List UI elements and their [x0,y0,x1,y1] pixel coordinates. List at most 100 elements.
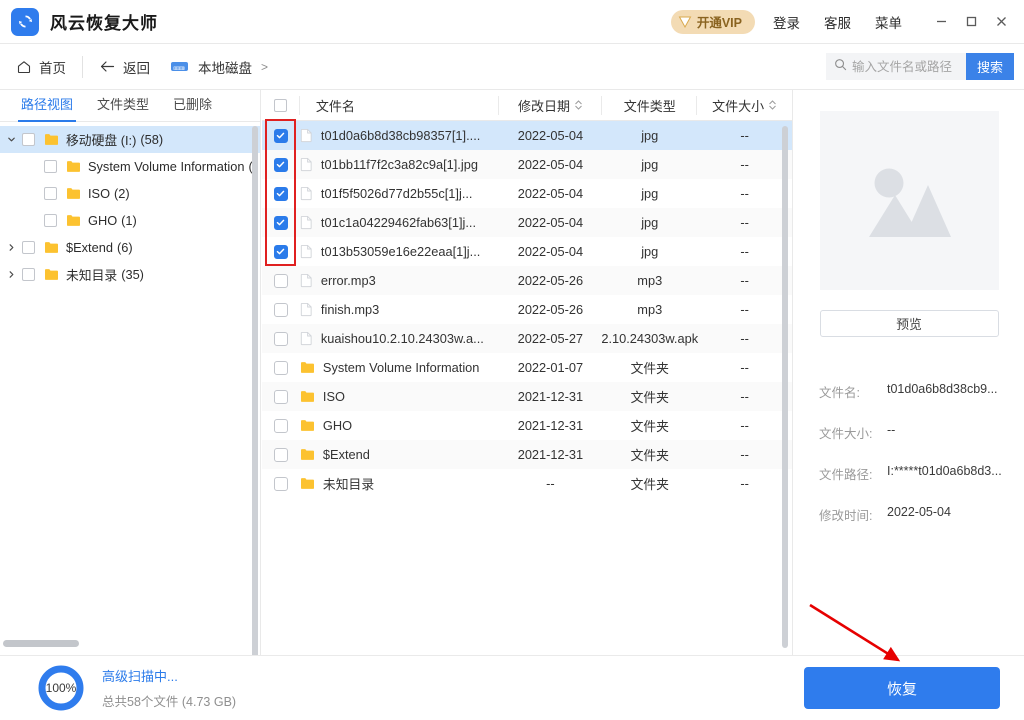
file-row-checkbox[interactable] [273,418,288,433]
file-row[interactable]: t01c1a04229462fab63[1]j... 2022-05-04 jpg -… [262,208,792,237]
maximize-icon[interactable] [956,0,986,44]
file-icon [300,128,313,143]
search-box[interactable] [825,53,966,80]
file-row-checkbox[interactable] [273,302,288,317]
file-row-checkbox[interactable] [273,128,288,143]
column-header-date[interactable]: 修改日期 [499,90,603,121]
home-button[interactable]: 首页 [16,54,66,80]
file-row-checkbox[interactable] [273,215,288,230]
tree-checkbox[interactable] [22,268,35,281]
menu-link[interactable]: 菜单 [875,12,902,32]
chevron-right-icon[interactable] [0,270,22,279]
minimize-icon[interactable] [926,0,956,44]
column-header-type[interactable]: 文件类型 [602,90,697,121]
chevron-down-icon[interactable] [0,135,22,144]
tree-checkbox[interactable] [22,133,35,146]
tree-item[interactable]: 未知目录 (35) [0,261,260,288]
sidebar-horizontal-scrollbar[interactable] [3,640,79,647]
file-row-checkbox-cell[interactable] [262,440,300,469]
file-row-size: -- [740,418,749,433]
metadata-key: 文件大小: [819,427,873,441]
file-row-checkbox-cell[interactable] [262,324,300,353]
recover-button[interactable]: 恢复 [804,667,1000,709]
file-row-date: 2022-05-04 [517,157,584,172]
select-all-header[interactable] [262,90,300,121]
breadcrumb-item-local-disk[interactable]: 本地磁盘 [198,57,252,77]
file-list-body: t01d0a6b8d38cb98357[1].... 2022-05-04 jpg -… [262,121,792,498]
chevron-right-icon[interactable] [0,243,22,252]
breadcrumb-separator: > [261,59,269,74]
file-row[interactable]: t01d0a6b8d38cb98357[1].... 2022-05-04 jpg -… [262,121,792,150]
tree-checkbox[interactable] [44,160,57,173]
tree-checkbox[interactable] [22,241,35,254]
file-row-checkbox-cell[interactable] [262,237,300,266]
folder-icon [44,268,59,281]
file-row-checkbox-cell[interactable] [262,295,300,324]
file-row[interactable]: ISO 2021-12-31 文件夹 -- [262,382,792,411]
folder-icon [300,477,315,490]
file-row[interactable]: kuaishou10.2.10.24303w.a... 2022-05-27 2.1… [262,324,792,353]
open-vip-label: 开通VIP [696,16,742,30]
file-row[interactable]: $Extend 2021-12-31 文件夹 -- [262,440,792,469]
tree-checkbox[interactable] [44,187,57,200]
file-row[interactable]: GHO 2021-12-31 文件夹 -- [262,411,792,440]
file-row[interactable]: t013b53059e16e22eaa[1]j... 2022-05-04 jpg -… [262,237,792,266]
sort-icon[interactable] [768,99,777,111]
tree-item[interactable]: 移动硬盘 (I:) (58) [0,126,260,153]
column-header-type-label: 文件类型 [623,98,676,114]
preview-button[interactable]: 预览 [819,310,999,337]
search-input[interactable] [851,59,960,74]
file-row-checkbox-cell[interactable] [262,353,300,382]
tree-item[interactable]: System Volume Information ( [0,153,260,180]
file-row[interactable]: 未知目录 -- 文件夹 -- [262,469,792,498]
file-row-checkbox[interactable] [273,186,288,201]
tree-item[interactable]: $Extend (6) [0,234,260,261]
file-row-checkbox-cell[interactable] [262,382,300,411]
file-row[interactable]: t01bb11f7f2c3a82c9a[1].jpg 2022-05-04 jpg -… [262,150,792,179]
file-row[interactable]: System Volume Information 2022-01-07 文件夹 -- [262,353,792,382]
tree-item[interactable]: ISO (2) [0,180,260,207]
scan-progress-percent: 100% [45,681,77,695]
file-row-checkbox-cell[interactable] [262,411,300,440]
file-row-checkbox-cell[interactable] [262,179,300,208]
select-all-checkbox[interactable] [274,98,288,112]
file-row-checkbox[interactable] [273,244,288,259]
file-row-name: ISO [322,389,345,404]
column-header-size[interactable]: 文件大小 [697,90,792,121]
login-link[interactable]: 登录 [773,12,800,32]
sidebar-vertical-scrollbar[interactable] [252,126,258,655]
metadata-value: -- [887,423,896,437]
file-row-type: jpg [641,157,659,172]
file-row[interactable]: error.mp3 2022-05-26 mp3 -- [262,266,792,295]
search-area: 搜索 [825,53,1014,80]
file-row-checkbox-cell[interactable] [262,208,300,237]
file-row-checkbox[interactable] [273,476,288,491]
file-list-vertical-scrollbar[interactable] [782,126,788,648]
back-button[interactable]: 返回 [99,54,150,80]
tab-file-type[interactable]: 文件类型 [94,90,152,122]
support-link[interactable]: 客服 [824,12,851,32]
sort-icon[interactable] [574,99,583,111]
file-row-checkbox-cell[interactable] [262,266,300,295]
file-row-name-cell: ISO [300,382,499,411]
file-row-checkbox[interactable] [273,273,288,288]
file-row-checkbox-cell[interactable] [262,150,300,179]
column-header-name[interactable]: 文件名 [300,90,499,121]
tab-deleted[interactable]: 已删除 [170,90,215,122]
open-vip-button[interactable]: 开通VIP [670,9,755,34]
file-row-checkbox[interactable] [273,360,288,375]
tree-checkbox[interactable] [44,214,57,227]
file-row-checkbox[interactable] [273,389,288,404]
tab-path-view[interactable]: 路径视图 [18,90,77,122]
file-row-checkbox[interactable] [273,447,288,462]
tree-item[interactable]: GHO (1) [0,207,260,234]
file-row-checkbox[interactable] [273,331,288,346]
file-row-date: 2022-05-27 [517,331,584,346]
file-row-checkbox-cell[interactable] [262,121,300,150]
close-icon[interactable] [986,0,1016,44]
file-row-checkbox[interactable] [273,157,288,172]
file-row[interactable]: finish.mp3 2022-05-26 mp3 -- [262,295,792,324]
search-button[interactable]: 搜索 [965,53,1014,80]
file-row[interactable]: t01f5f5026d77d2b55c[1]j... 2022-05-04 jpg -… [262,179,792,208]
file-row-checkbox-cell[interactable] [262,469,300,498]
